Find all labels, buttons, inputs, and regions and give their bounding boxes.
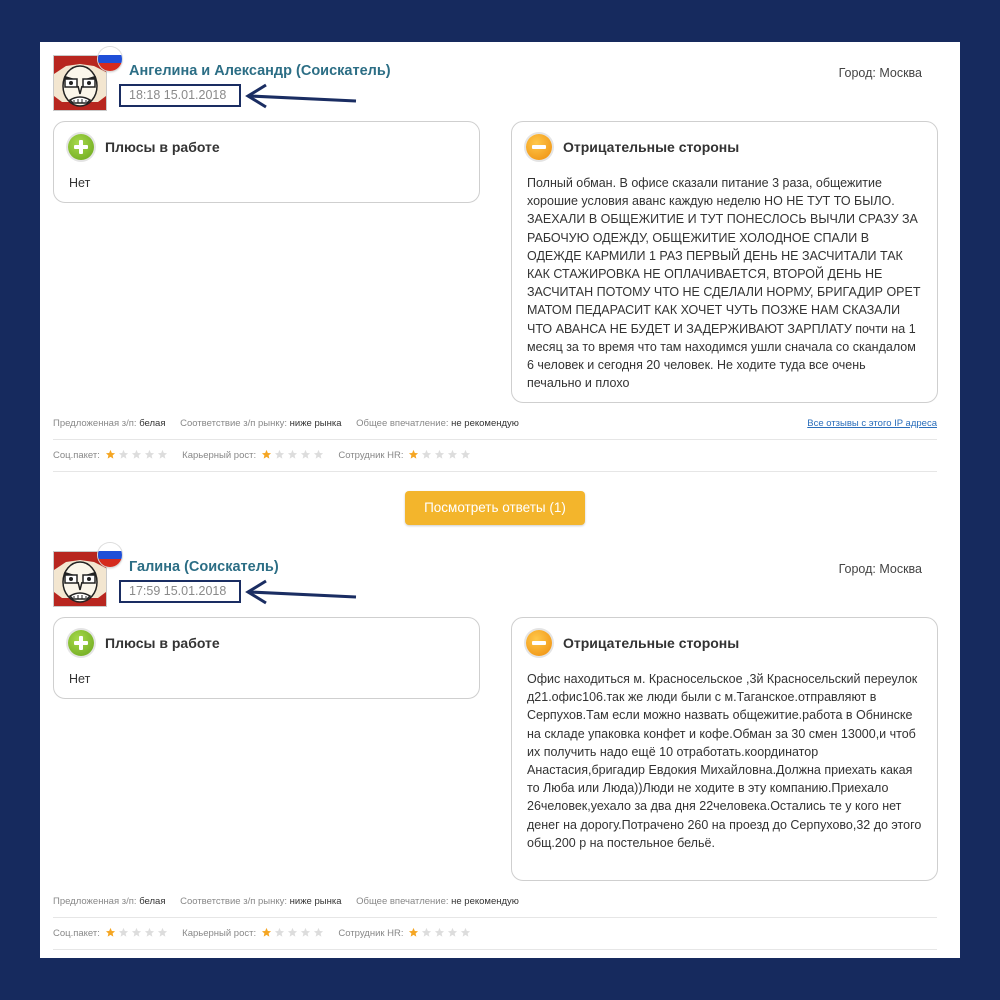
market-label: Соответствие з/п рынку: — [180, 418, 287, 429]
arrow-left-icon — [245, 579, 357, 605]
star-icon — [313, 927, 323, 937]
salary-value: белая — [139, 896, 166, 907]
cons-title: Отрицательные стороны — [563, 139, 740, 155]
star-icon — [131, 927, 141, 937]
ip-reviews-link[interactable]: Все отзывы с этого IP адреса — [807, 418, 937, 429]
star-icon — [261, 927, 271, 937]
arrow-left-icon — [245, 83, 357, 109]
social-rating — [103, 449, 168, 461]
market-label: Соответствие з/п рынку: — [180, 896, 287, 907]
plus-icon — [68, 630, 94, 656]
pros-title: Плюсы в работе — [105, 635, 220, 651]
cons-box: Отрицательные стороны Полный обман. В оф… — [511, 121, 938, 403]
star-icon — [261, 449, 271, 459]
review-meta: Предложенная з/п: белая Соответствие з/п… — [53, 896, 937, 907]
city-label: Город: Москва — [838, 562, 922, 576]
pros-box: Плюсы в работе Нет — [53, 617, 480, 699]
hr-rating — [406, 449, 471, 461]
social-label: Соц.пакет: — [53, 928, 100, 939]
pros-text: Нет — [69, 672, 91, 686]
cons-text: Офис находиться м. Красносельское ,3й Кр… — [527, 672, 922, 850]
market-value: ниже рынка — [289, 418, 342, 429]
salary-label: Предложенная з/п: — [53, 418, 137, 429]
minus-icon — [526, 630, 552, 656]
view-answers-button[interactable]: Посмотреть ответы (1) — [405, 491, 585, 525]
divider — [53, 917, 937, 918]
review-meta: Предложенная з/п: белая Соответствие з/п… — [53, 418, 937, 429]
russia-flag-icon — [98, 47, 122, 71]
minus-icon — [526, 134, 552, 160]
star-icon — [118, 927, 128, 937]
avatar[interactable] — [53, 47, 122, 111]
star-icon — [287, 449, 297, 459]
star-icon — [300, 449, 310, 459]
star-icon — [435, 449, 445, 459]
hr-rating — [406, 927, 471, 939]
divider — [53, 439, 937, 440]
salary-label: Предложенная з/п: — [53, 896, 137, 907]
cons-title: Отрицательные стороны — [563, 635, 740, 651]
russia-flag-icon — [98, 543, 122, 567]
review-datetime: 17:59 15.01.2018 — [119, 580, 241, 603]
social-label: Соц.пакет: — [53, 450, 100, 461]
career-label: Карьерный рост: — [182, 928, 257, 939]
hr-label: Сотрудник HR: — [338, 450, 404, 461]
star-icon — [105, 927, 115, 937]
star-icon — [144, 927, 154, 937]
star-icon — [409, 927, 419, 937]
author-name[interactable]: Ангелина и Александр (Соискатель) — [129, 63, 391, 79]
star-icon — [435, 927, 445, 937]
ratings-row: Соц.пакет: Карьерный рост: Сотрудник HR: — [53, 927, 483, 939]
plus-icon — [68, 134, 94, 160]
star-icon — [313, 449, 323, 459]
career-rating — [259, 927, 324, 939]
star-icon — [144, 449, 154, 459]
divider — [53, 949, 937, 950]
divider — [53, 471, 937, 472]
pros-text: Нет — [69, 176, 91, 190]
market-value: ниже рынка — [289, 896, 342, 907]
star-icon — [118, 449, 128, 459]
star-icon — [105, 449, 115, 459]
pros-title: Плюсы в работе — [105, 139, 220, 155]
review-card: Галина (Соискатель) 17:59 15.01.2018 Гор… — [40, 538, 960, 958]
avatar[interactable] — [53, 543, 122, 607]
star-icon — [131, 449, 141, 459]
impression-label: Общее впечатление: — [356, 896, 449, 907]
star-icon — [287, 927, 297, 937]
impression-label: Общее впечатление: — [356, 418, 449, 429]
star-icon — [157, 927, 167, 937]
star-icon — [300, 927, 310, 937]
impression-value: не рекомендую — [451, 418, 519, 429]
star-icon — [461, 927, 471, 937]
social-rating — [103, 927, 168, 939]
career-label: Карьерный рост: — [182, 450, 257, 461]
star-icon — [422, 927, 432, 937]
impression-value: не рекомендую — [451, 896, 519, 907]
star-icon — [422, 449, 432, 459]
star-icon — [461, 449, 471, 459]
star-icon — [409, 449, 419, 459]
city-label: Город: Москва — [838, 66, 922, 80]
review-datetime: 18:18 15.01.2018 — [119, 84, 241, 107]
star-icon — [448, 927, 458, 937]
star-icon — [274, 927, 284, 937]
reviews-screen: Ангелина и Александр (Соискатель) 18:18 … — [40, 42, 960, 958]
salary-value: белая — [139, 418, 166, 429]
star-icon — [448, 449, 458, 459]
review-card: Ангелина и Александр (Соискатель) 18:18 … — [40, 42, 960, 472]
career-rating — [259, 449, 324, 461]
ratings-row: Соц.пакет: Карьерный рост: Сотрудник HR: — [53, 449, 483, 461]
pros-box: Плюсы в работе Нет — [53, 121, 480, 203]
cons-box: Отрицательные стороны Офис находиться м.… — [511, 617, 938, 881]
hr-label: Сотрудник HR: — [338, 928, 404, 939]
author-name[interactable]: Галина (Соискатель) — [129, 559, 279, 575]
star-icon — [157, 449, 167, 459]
star-icon — [274, 449, 284, 459]
cons-text: Полный обман. В офисе сказали питание 3 … — [527, 176, 921, 391]
